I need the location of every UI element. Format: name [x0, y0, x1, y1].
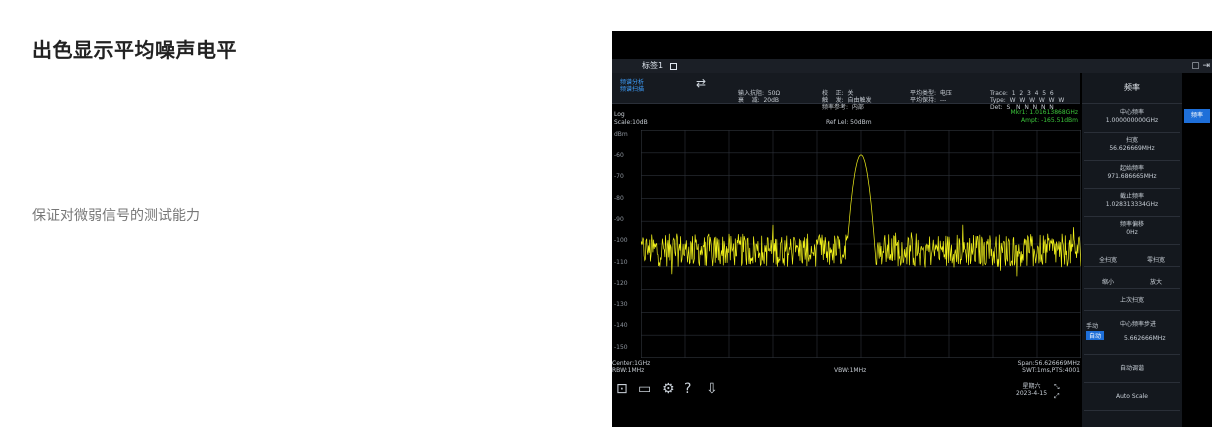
y-tick-label: -70: [614, 173, 624, 181]
y-tick-label: -100: [614, 237, 628, 245]
tab-frequency[interactable]: 频率: [1184, 109, 1210, 123]
y-tick-label: -60: [614, 152, 624, 159]
bottom-info: Center:1GHz RBW:1MHz VBW:1MHz Span:56.626…: [612, 360, 1080, 374]
network-icon[interactable]: ⤡ ⤢: [1054, 383, 1060, 401]
y-tick-label: -140: [614, 322, 628, 330]
step-value: 5.662666MHz: [1124, 335, 1166, 342]
save-icon[interactable]: ⇩: [706, 381, 718, 397]
screenshot-icon[interactable]: ⊡: [616, 381, 628, 397]
center-frequency-button[interactable]: 中心频率 1.000000000GHz: [1084, 105, 1180, 133]
auto-scale-button[interactable]: Auto Scale: [1084, 383, 1180, 411]
gear-icon[interactable]: ⚙: [662, 381, 675, 397]
zoom-out-button[interactable]: 缩小: [1084, 277, 1132, 286]
y-tick-label: -110: [614, 258, 628, 266]
y-tick-label: -150: [614, 343, 628, 351]
window-icons[interactable]: ▢ ⇥: [1191, 61, 1210, 71]
date-display: 星期六 2023-4-15: [1016, 383, 1048, 397]
zoom-in-button[interactable]: 放大: [1132, 277, 1180, 286]
marker-readout: Mkr1: 1.01613868GHz Ampt: -165.51dBm: [1010, 109, 1078, 124]
zero-span-button[interactable]: 零扫宽: [1132, 255, 1180, 264]
bottom-toolbar: ⊡ ▭ ⚙ ? ⇩: [612, 381, 1080, 401]
tab-label[interactable]: 标签1: [642, 59, 663, 73]
left-subtitle: 保证对微弱信号的测试能力: [32, 208, 200, 224]
step-manual[interactable]: 手动: [1086, 321, 1098, 330]
menu-header: 频率: [1082, 73, 1182, 104]
step-auto[interactable]: 自动: [1086, 331, 1105, 340]
mode-label[interactable]: 频谱分析 频谱扫描: [620, 79, 644, 93]
help-icon[interactable]: ?: [684, 381, 691, 397]
auto-tune-button[interactable]: 自动调谐: [1084, 355, 1180, 383]
start-frequency-button[interactable]: 起始频率 971.686665MHz: [1084, 161, 1180, 189]
y-tick-label: -120: [614, 279, 628, 287]
ref-level: Ref Lel: 50dBm: [826, 119, 872, 126]
y-tick-label: -80: [614, 194, 624, 202]
y-unit: dBm: [614, 131, 628, 138]
info-bar: 频谱分析 频谱扫描 ⇄ 输入抗阻: 50Ω 衰 减: 20dB 校 正: 关触 发:…: [612, 73, 1080, 111]
last-span-button[interactable]: 上次扫宽: [1084, 289, 1180, 311]
folder-icon[interactable]: ▭: [638, 381, 651, 397]
y-tick-label: -130: [614, 301, 628, 309]
step-label: 中心频率步进: [1120, 321, 1157, 328]
frequency-menu: 频率 中心频率 1.000000000GHz 扫宽 56.626669MHz 起始频…: [1082, 73, 1182, 427]
y-tick-label: -90: [614, 215, 624, 223]
full-span-button[interactable]: 全扫宽: [1084, 255, 1132, 264]
stop-frequency-button[interactable]: 截止频率 1.028313334GHz: [1084, 189, 1180, 217]
scale-info: Log Scale:10dB Ref Lel: 50dBm Mkr1: 1.016…: [614, 109, 1078, 126]
tab-close-icon[interactable]: [670, 63, 677, 70]
swap-icon[interactable]: ⇄: [696, 77, 706, 89]
span-button[interactable]: 扫宽 56.626669MHz: [1084, 133, 1180, 161]
left-title: 出色显示平均噪声电平: [32, 38, 237, 62]
analyzer-screen: 标签1 ▢ ⇥ 频谱分析 频谱扫描 ⇄ 输入抗阻: 50Ω 衰 减: 20dB 校 …: [612, 31, 1212, 427]
spectrum-plot[interactable]: [641, 130, 1081, 358]
frequency-offset-button[interactable]: 频率偏移 0Hz: [1084, 217, 1180, 245]
tab-bar: 标签1: [612, 59, 1212, 73]
